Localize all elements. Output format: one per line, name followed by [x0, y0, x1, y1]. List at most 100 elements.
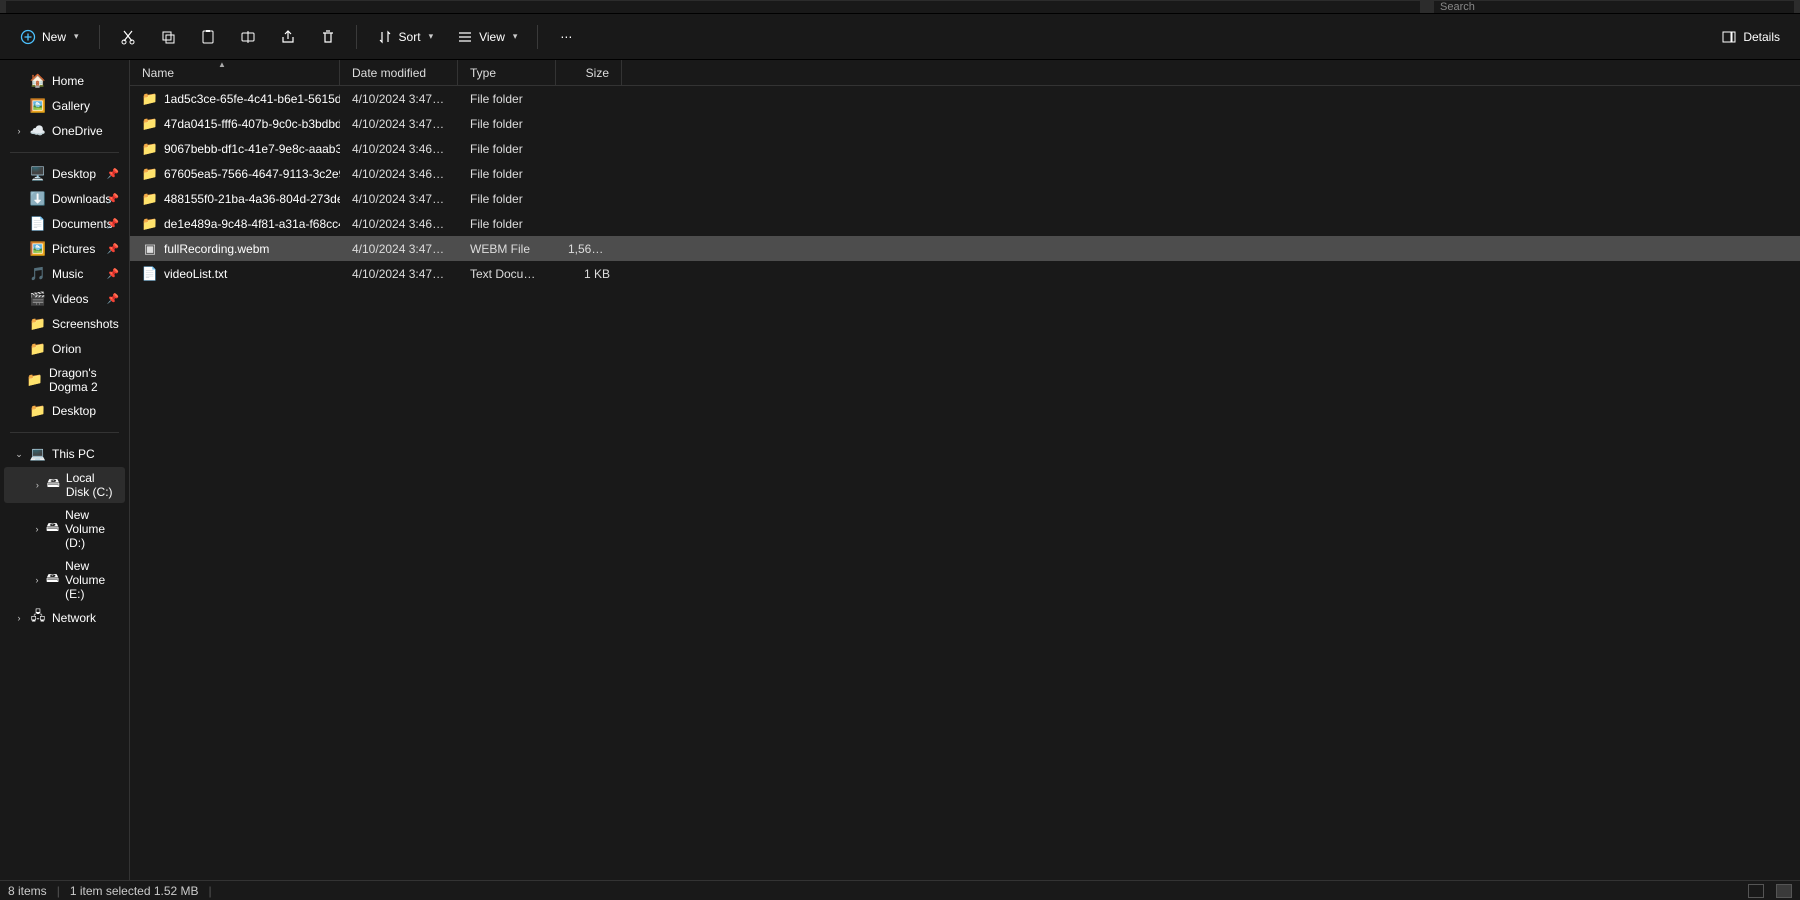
column-header-name[interactable]: Name ▲: [130, 60, 340, 85]
home-icon: 🏠: [30, 73, 46, 89]
nav-quick-item[interactable]: 📁Dragon's Dogma 2: [4, 362, 125, 398]
drive-icon: 🖴: [47, 477, 60, 493]
folder-icon: 📁: [30, 341, 46, 357]
drive-icon: 🖴: [46, 572, 59, 588]
chevron-down-icon: ▾: [513, 31, 518, 42]
column-header-type[interactable]: Type: [458, 60, 556, 85]
view-mode-thumbnails[interactable]: [1748, 884, 1764, 898]
new-label: New: [42, 30, 66, 44]
share-icon: [280, 29, 296, 45]
nav-onedrive[interactable]: › ☁️ OneDrive: [4, 119, 125, 143]
nav-label: Desktop: [52, 404, 96, 418]
delete-button[interactable]: [310, 23, 346, 51]
nav-label: Downloads: [52, 192, 111, 206]
new-icon: [20, 29, 36, 45]
folder-icon: 📁: [142, 216, 158, 232]
separator: |: [209, 884, 212, 898]
file-date: 4/10/2024 3:47 PM: [340, 242, 458, 256]
expand-icon[interactable]: ›: [34, 575, 40, 585]
nav-network[interactable]: ›🖧 Network: [4, 606, 125, 630]
file-row[interactable]: ▣fullRecording.webm 4/10/2024 3:47 PM WE…: [130, 236, 1800, 261]
folder-icon: ⬇️: [30, 191, 46, 207]
separator: [537, 25, 538, 49]
file-row[interactable]: 📁67605ea5-7566-4647-9113-3c2e9b5c8848 4/…: [130, 161, 1800, 186]
view-mode-details[interactable]: [1776, 884, 1792, 898]
more-button[interactable]: ⋯: [548, 23, 584, 51]
expand-icon[interactable]: ›: [14, 613, 24, 623]
file-date: 4/10/2024 3:47 PM: [340, 117, 458, 131]
file-row[interactable]: 📁47da0415-fff6-407b-9c0c-b3bdbd834cb4 4/…: [130, 111, 1800, 136]
separator: [356, 25, 357, 49]
folder-icon: 📁: [142, 141, 158, 157]
folder-icon: 📁: [142, 91, 158, 107]
file-row[interactable]: 📁de1e489a-9c48-4f81-a31a-f68cc4aa01d5 4/…: [130, 211, 1800, 236]
search-input[interactable]: Search: [1434, 1, 1794, 13]
nav-gallery[interactable]: 🖼️ Gallery: [4, 94, 125, 118]
file-type: File folder: [458, 217, 556, 231]
divider: [10, 152, 119, 153]
status-selection: 1 item selected 1.52 MB: [70, 884, 199, 898]
nav-label: Desktop: [52, 167, 96, 181]
file-rows[interactable]: 📁1ad5c3ce-65fe-4c41-b6e1-5615de16321a 4/…: [130, 86, 1800, 880]
rename-button[interactable]: [230, 23, 266, 51]
file-row[interactable]: 📁9067bebb-df1c-41e7-9e8c-aaab39bbb0a8 4/…: [130, 136, 1800, 161]
status-bar: 8 items | 1 item selected 1.52 MB |: [0, 880, 1800, 900]
expand-icon[interactable]: ›: [14, 126, 24, 136]
file-type: File folder: [458, 192, 556, 206]
nav-quick-item[interactable]: 🖼️Pictures📌: [4, 237, 125, 261]
nav-quick-item[interactable]: 📁Screenshots: [4, 312, 125, 336]
nav-label: Network: [52, 611, 96, 625]
nav-quick-item[interactable]: ⬇️Downloads📌: [4, 187, 125, 211]
sort-indicator-asc-icon: ▲: [218, 60, 226, 69]
nav-label: OneDrive: [52, 124, 103, 138]
column-label: Size: [586, 66, 609, 80]
nav-drive-item[interactable]: ›🖴New Volume (E:): [4, 555, 125, 605]
navigation-pane: 🏠 Home 🖼️ Gallery › ☁️ OneDrive 🖥️ Desktop…: [0, 60, 130, 880]
breadcrumb[interactable]: [6, 1, 1420, 13]
nav-quick-item[interactable]: 📄Documents📌: [4, 212, 125, 236]
nav-drive-item[interactable]: ›🖴New Volume (D:): [4, 504, 125, 554]
share-button[interactable]: [270, 23, 306, 51]
onedrive-icon: ☁️: [30, 123, 46, 139]
nav-label: Videos: [52, 292, 88, 306]
nav-quick-item[interactable]: 🖥️Desktop📌: [4, 162, 125, 186]
collapse-icon[interactable]: ⌄: [14, 449, 24, 460]
copy-button[interactable]: [150, 23, 186, 51]
file-date: 4/10/2024 3:47 PM: [340, 267, 458, 281]
new-button[interactable]: New ▾: [10, 23, 89, 51]
column-label: Date modified: [352, 66, 426, 80]
nav-label: Dragon's Dogma 2: [49, 366, 119, 394]
file-list-pane: Name ▲ Date modified Type Size 📁1ad5c3ce…: [130, 60, 1800, 880]
file-row[interactable]: 📁488155f0-21ba-4a36-804d-273de55c1872 4/…: [130, 186, 1800, 211]
nav-label: Pictures: [52, 242, 95, 256]
column-header-size[interactable]: Size: [556, 60, 622, 85]
column-header-date[interactable]: Date modified: [340, 60, 458, 85]
details-button[interactable]: Details: [1711, 23, 1790, 51]
column-label: Name: [142, 66, 174, 80]
paste-button[interactable]: [190, 23, 226, 51]
view-button[interactable]: View ▾: [447, 23, 527, 51]
divider: [10, 432, 119, 433]
folder-icon: 🎵: [30, 266, 46, 282]
sort-button[interactable]: Sort ▾: [367, 23, 444, 51]
nav-quick-item[interactable]: 📁Orion: [4, 337, 125, 361]
file-row[interactable]: 📄videoList.txt 4/10/2024 3:47 PM Text Do…: [130, 261, 1800, 286]
nav-home[interactable]: 🏠 Home: [4, 69, 125, 93]
file-name: fullRecording.webm: [164, 242, 269, 256]
cut-button[interactable]: [110, 23, 146, 51]
status-item-count: 8 items: [8, 884, 47, 898]
nav-quick-item[interactable]: 📁Desktop: [4, 399, 125, 423]
nav-quick-item[interactable]: 🎬Videos📌: [4, 287, 125, 311]
nav-quick-item[interactable]: 🎵Music📌: [4, 262, 125, 286]
paste-icon: [200, 29, 216, 45]
nav-drive-item[interactable]: ›🖴Local Disk (C:): [4, 467, 125, 503]
folder-icon: 🖥️: [30, 166, 46, 182]
file-row[interactable]: 📁1ad5c3ce-65fe-4c41-b6e1-5615de16321a 4/…: [130, 86, 1800, 111]
file-name: videoList.txt: [164, 267, 227, 281]
nav-this-pc[interactable]: ⌄💻 This PC: [4, 442, 125, 466]
expand-icon[interactable]: ›: [34, 524, 40, 534]
view-label: View: [479, 30, 505, 44]
file-name: 9067bebb-df1c-41e7-9e8c-aaab39bbb0a8: [164, 142, 340, 156]
file-type: File folder: [458, 142, 556, 156]
expand-icon[interactable]: ›: [34, 480, 41, 490]
